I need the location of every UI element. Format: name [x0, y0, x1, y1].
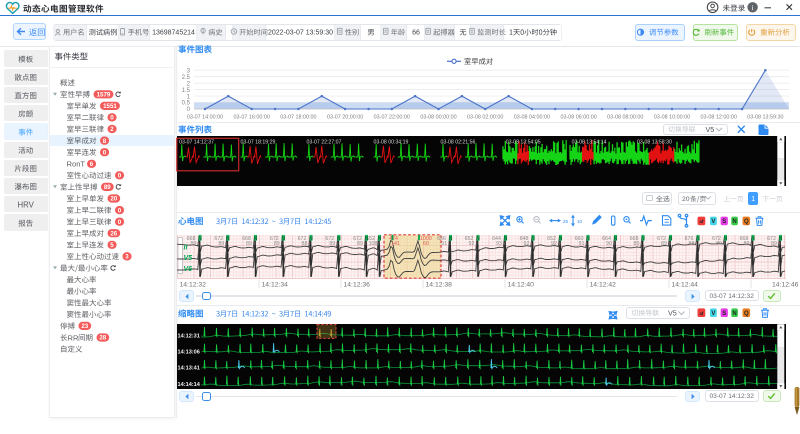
svg-text:RonT: RonT [67, 160, 86, 169]
svg-text:2: 2 [110, 126, 114, 133]
svg-text:1: 1 [751, 194, 755, 203]
svg-text:0: 0 [110, 115, 114, 122]
svg-text:03-07 14:12:32: 03-07 14:12:32 [710, 293, 755, 300]
svg-text:0: 0 [118, 207, 122, 214]
svg-text:V5: V5 [706, 125, 715, 134]
svg-text:13698745214: 13698745214 [152, 30, 195, 37]
svg-text:1579: 1579 [97, 92, 111, 99]
svg-text:RR: RR [68, 333, 79, 342]
svg-text:HRV: HRV [18, 201, 35, 210]
svg-text:28: 28 [99, 335, 106, 342]
svg-text:89: 89 [104, 184, 111, 191]
svg-text:2022-03-07 13:59:30: 2022-03-07 13:59:30 [268, 30, 333, 37]
svg-text:V5: V5 [668, 309, 677, 318]
svg-text:0: 0 [118, 173, 122, 180]
svg-text:8: 8 [103, 138, 107, 145]
svg-text:20: 20 [682, 196, 690, 203]
svg-text:0: 0 [103, 149, 107, 156]
svg-text:5: 5 [110, 242, 114, 249]
svg-text:26: 26 [110, 230, 117, 237]
svg-text:6: 6 [90, 161, 94, 168]
svg-text:66: 66 [412, 30, 420, 37]
svg-text:03-07 14:12:32: 03-07 14:12:32 [710, 393, 755, 400]
svg-text:1551: 1551 [103, 103, 117, 110]
svg-text:23: 23 [81, 323, 88, 330]
svg-text:0: 0 [118, 219, 122, 226]
svg-text:20: 20 [110, 196, 117, 203]
svg-text:3: 3 [125, 254, 129, 261]
